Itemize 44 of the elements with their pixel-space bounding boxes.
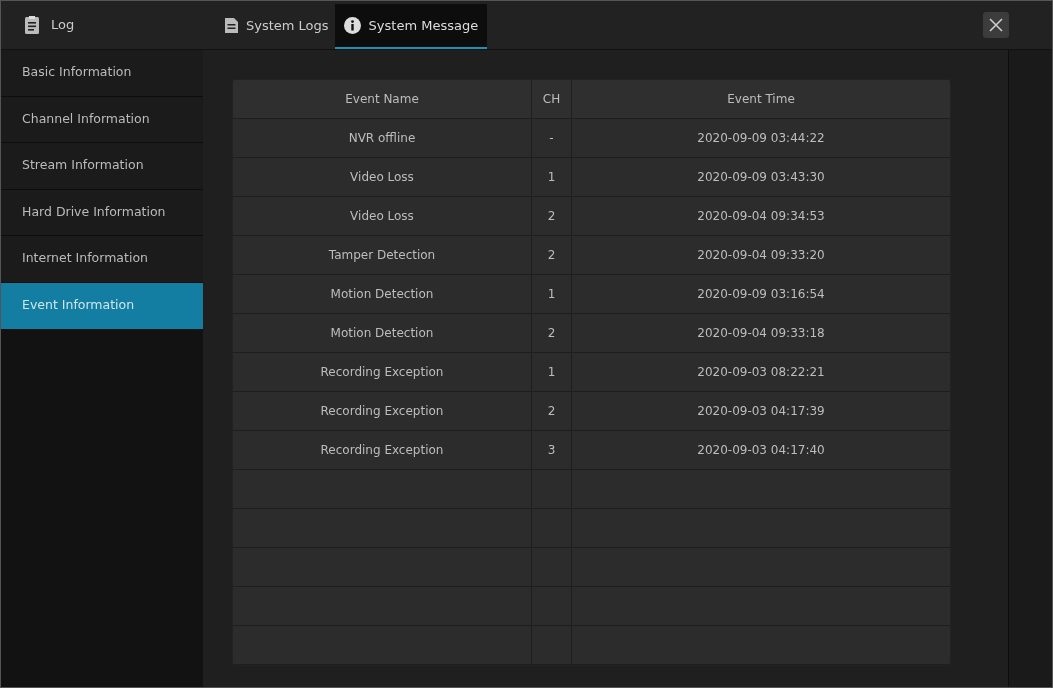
- table-cell-text: Recording Exception: [320, 442, 444, 459]
- sidebar-item[interactable]: Hard Drive Information: [1, 189, 203, 236]
- tab[interactable]: System Message: [334, 4, 488, 49]
- sidebar-item[interactable]: Event Information: [1, 282, 203, 329]
- table-cell-text: 2: [547, 208, 556, 225]
- table-cell-text: 2: [547, 247, 556, 264]
- sidebar-item[interactable]: Basic Information: [1, 50, 203, 97]
- sidebar-item[interactable]: Stream Information: [1, 143, 203, 190]
- clipboard-icon: [25, 16, 39, 34]
- document-icon: [225, 18, 238, 33]
- table-cell-text: Recording Exception: [320, 403, 444, 420]
- table-cell-text: 1: [547, 286, 556, 303]
- table-cell-text: 2020-09-09 03:16:54: [697, 286, 825, 303]
- table-cell-text: Video Loss: [350, 208, 414, 225]
- sidebar-item[interactable]: Internet Information: [1, 236, 203, 283]
- table-cell-text: -: [549, 130, 554, 147]
- table-cell-text: NVR offline: [348, 130, 416, 147]
- sidebar-item[interactable]: Channel Information: [1, 96, 203, 143]
- tab[interactable]: System Logs: [219, 4, 335, 49]
- table-cell-text: Video Loss: [350, 169, 414, 186]
- close-button[interactable]: [983, 12, 1009, 38]
- table-cell-text: Recording Exception: [320, 364, 444, 381]
- table-cell-text: 2020-09-03 08:22:21: [697, 364, 825, 381]
- close-icon: [989, 18, 1003, 32]
- table-cell-text: 2020-09-03 04:17:40: [697, 442, 825, 459]
- info-icon: [343, 17, 361, 34]
- column-header: Event Time: [727, 91, 795, 108]
- table-cell-text: 2020-09-09 03:44:22: [697, 130, 825, 147]
- table-cell-text: 2020-09-04 09:33:18: [697, 325, 825, 342]
- table-cell-text: 2020-09-04 09:33:20: [697, 247, 825, 264]
- column-header: Event Name: [345, 91, 419, 108]
- table-cell-text: 3: [547, 442, 556, 459]
- table-cell-text: 2020-09-04 09:34:53: [697, 208, 825, 225]
- table-cell-text: 1: [547, 364, 556, 381]
- window-title: Log: [51, 16, 75, 35]
- column-header: CH: [542, 91, 561, 108]
- table-cell-text: Motion Detection: [330, 325, 434, 342]
- table-cell-text: 2: [547, 325, 556, 342]
- table-cell-text: 2020-09-03 04:17:39: [697, 403, 825, 420]
- table-cell-text: 2020-09-09 03:43:30: [697, 169, 825, 186]
- table-cell-text: Tamper Detection: [328, 247, 436, 264]
- table-cell-text: Motion Detection: [330, 286, 434, 303]
- table-cell-text: 1: [547, 169, 556, 186]
- table-cell-text: 2: [547, 403, 556, 420]
